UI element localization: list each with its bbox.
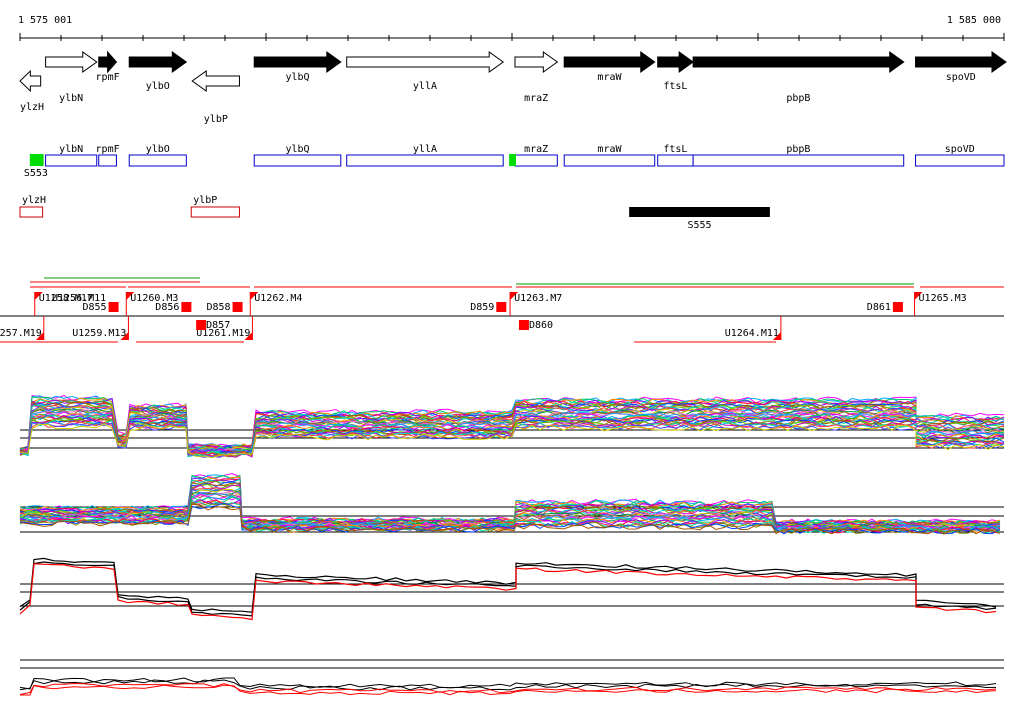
downstream-label: D857 xyxy=(206,320,230,331)
downstream-label: D859 xyxy=(470,302,494,313)
plus-feature-box-ftsL xyxy=(657,154,694,167)
downstream-label: D855 xyxy=(82,302,106,313)
gene-label-ylbO: ylbO xyxy=(146,81,170,92)
plus-feature-box-rpmF xyxy=(98,154,117,167)
plus-feature-label-rpmF: rpmF xyxy=(96,144,120,155)
tu-lower-label: U1257.M19 xyxy=(0,328,42,339)
plus-feature-label-spoVD: spoVD xyxy=(945,144,975,155)
ruler-end-label: 1 585 000 xyxy=(947,15,1001,26)
plus-feature-box-yllA xyxy=(346,154,504,167)
gene-arrow-ylbN xyxy=(45,51,98,73)
minus-feature-label-ylzH: ylzH xyxy=(22,195,46,206)
downstream-marker xyxy=(518,320,529,330)
plus-feature-box-mraZ xyxy=(514,154,558,167)
plus-feature-box-spoVD xyxy=(915,154,1005,167)
gene-arrow-ylbQ xyxy=(253,51,342,73)
plus-feature-label-mraW: mraW xyxy=(597,144,622,155)
gene-label-ylzH: ylzH xyxy=(20,102,44,113)
gene-label-ylbN: ylbN xyxy=(59,93,83,104)
minus-feature-label-ylbP: ylbP xyxy=(193,195,217,206)
plus-feature-label-ylbN: ylbN xyxy=(59,144,83,155)
downstream-label: D856 xyxy=(155,302,179,313)
gene-label-mraZ: mraZ xyxy=(524,93,548,104)
downstream-marker xyxy=(496,302,507,312)
minus-feature-box-ylbP xyxy=(190,206,240,218)
gene-arrow-mraW xyxy=(563,51,656,73)
downstream-marker xyxy=(196,320,207,330)
promoter-label: S553 xyxy=(24,168,48,179)
minus-strand-feature-track: ylzH ylbP xyxy=(19,195,240,218)
promoter-mark xyxy=(509,154,516,166)
gene-track: ylzH ylbN rpmF ylbO ylbP ylbQ yllA mraZ mraW ftsL… xyxy=(19,50,1007,125)
sigma-site-bar xyxy=(629,207,770,217)
gene-arrow-ylbP xyxy=(191,70,240,92)
gene-label-spoVD: spoVD xyxy=(946,72,976,83)
plus-feature-box-ylbN xyxy=(45,154,98,167)
gene-label-ftsL: ftsL xyxy=(663,81,687,92)
gene-label-yllA: yllA xyxy=(413,81,437,92)
genome-browser-canvas: 1 575 001 1 585 000 ylzH ylbN rpmF ylbO ylbP… xyxy=(0,15,1007,696)
gene-arrow-rpmF xyxy=(98,50,118,74)
plus-feature-label-yllA: yllA xyxy=(413,144,437,155)
downstream-marker xyxy=(232,302,243,312)
downstream-label: D858 xyxy=(206,302,230,313)
expression-profile-tracks xyxy=(19,394,1005,696)
sigma-site-label: S555 xyxy=(687,220,711,231)
coordinate-ruler: 1 575 001 1 585 000 xyxy=(18,15,1005,41)
gene-arrow-ftsL xyxy=(657,51,694,73)
plus-feature-box-ylbQ xyxy=(253,154,342,167)
track4-profile-line xyxy=(19,677,997,690)
downstream-label: D860 xyxy=(529,320,553,331)
tu-lower-label: U1264.M11 xyxy=(725,328,779,339)
tu-upper-label: U1263.M7 xyxy=(514,293,562,304)
gene-label-ylbQ: ylbQ xyxy=(285,72,309,83)
track3-profile-line xyxy=(19,561,997,617)
gene-arrow-ylzH xyxy=(19,69,42,93)
plus-feature-label-mraZ: mraZ xyxy=(524,144,548,155)
plus-feature-box-pbpB xyxy=(692,154,905,167)
minus-feature-box-ylzH xyxy=(19,206,44,218)
gene-label-rpmF: rpmF xyxy=(96,72,120,83)
transcription-unit-track: U1258.M17 U1260.M3 U1262.M4 U1263.M7 U1265.M… xyxy=(0,277,1004,343)
downstream-marker xyxy=(892,302,903,312)
ruler-start-label: 1 575 001 xyxy=(18,15,72,26)
promoter-mark xyxy=(29,154,44,166)
plus-feature-label-pbpB: pbpB xyxy=(786,144,810,155)
gene-label-pbpB: pbpB xyxy=(786,93,810,104)
gene-arrow-ylbO xyxy=(128,51,188,73)
plus-feature-box-mraW xyxy=(563,154,656,167)
plus-feature-box-ylbO xyxy=(128,154,187,167)
downstream-marker xyxy=(108,302,119,312)
gene-arrow-mraZ xyxy=(514,51,559,73)
genome-browser-stage: 1 575 001 1 585 000 ylzH ylbN rpmF ylbO ylbP… xyxy=(0,0,1024,714)
downstream-label: D861 xyxy=(867,302,891,313)
gene-arrow-spoVD xyxy=(915,51,1007,73)
plus-feature-label-ylbQ: ylbQ xyxy=(285,144,309,155)
gene-arrow-pbpB xyxy=(692,51,905,73)
tu-upper-label: U1262.M4 xyxy=(254,293,302,304)
downstream-marker xyxy=(181,302,192,312)
tu-lower-label: U1259.M13 xyxy=(72,328,126,339)
plus-feature-label-ftsL: ftsL xyxy=(663,144,687,155)
gene-label-mraW: mraW xyxy=(597,72,622,83)
plus-strand-feature-track: ylbN rpmF ylbO ylbQ yllA mraZ mraW ftsL pbpB spoV… xyxy=(24,144,1005,231)
gene-label-ylbP: ylbP xyxy=(204,114,228,125)
tu-upper-label: U1265.M3 xyxy=(919,293,967,304)
gene-arrow-yllA xyxy=(346,51,505,73)
plus-feature-label-ylbO: ylbO xyxy=(146,144,170,155)
